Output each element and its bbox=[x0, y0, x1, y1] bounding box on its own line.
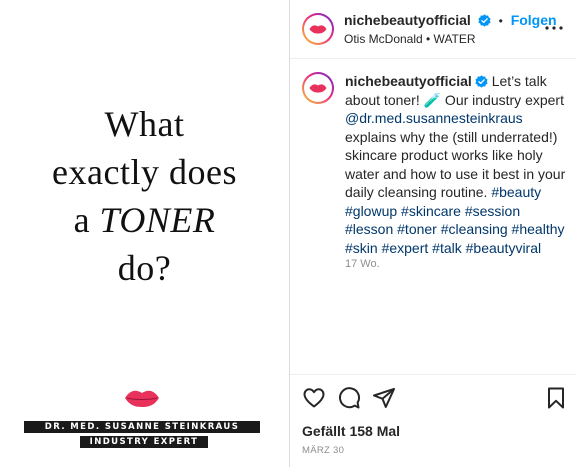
header-username[interactable]: nichebeautyofficial bbox=[344, 12, 471, 28]
header-user-line: nichebeautyofficial • Folgen bbox=[344, 12, 557, 28]
post-image[interactable]: What exactly does a TONER do? DR. MED. S… bbox=[0, 0, 289, 467]
headline-line-3: a TONER bbox=[0, 196, 289, 244]
bookmark-icon[interactable] bbox=[544, 386, 568, 410]
caption-time-ago: 17 Wo. bbox=[345, 258, 380, 270]
lips-logo-icon bbox=[309, 25, 327, 34]
post-headline: What exactly does a TONER do? bbox=[0, 100, 289, 292]
likes-count[interactable]: Gefällt 158 Mal bbox=[302, 423, 400, 439]
actions-divider bbox=[290, 374, 576, 375]
post-caption: nichebeautyofficial Let’s talk about ton… bbox=[345, 72, 571, 257]
comment-icon[interactable] bbox=[337, 386, 361, 410]
caption-mention-link[interactable]: @dr.med.susannesteinkraus bbox=[345, 110, 523, 126]
caption-username[interactable]: nichebeautyofficial bbox=[345, 73, 472, 89]
share-icon[interactable] bbox=[372, 386, 396, 410]
expert-name-ribbon: DR. MED. SUSANNE STEINKRAUS bbox=[24, 421, 260, 433]
header-avatar[interactable] bbox=[302, 13, 334, 45]
lips-logo-icon bbox=[309, 84, 327, 93]
headline-line-4: do? bbox=[117, 248, 172, 288]
post-date: MÄRZ 30 bbox=[302, 445, 345, 456]
headline-line-1: What bbox=[104, 104, 185, 144]
headline-emphasis: TONER bbox=[99, 200, 216, 240]
audio-track[interactable]: Otis McDonald • WATER bbox=[344, 32, 476, 46]
post-panel: nichebeautyofficial • Folgen Otis McDona… bbox=[290, 0, 576, 467]
post-header: nichebeautyofficial • Folgen Otis McDona… bbox=[290, 0, 576, 59]
lips-logo-icon bbox=[125, 390, 159, 407]
heart-icon[interactable] bbox=[302, 386, 326, 410]
header-separator: • bbox=[498, 14, 503, 28]
verified-badge-icon bbox=[478, 14, 491, 27]
expert-role-ribbon: INDUSTRY EXPERT bbox=[80, 436, 208, 448]
more-options-icon[interactable] bbox=[544, 18, 564, 38]
verified-badge-icon bbox=[475, 75, 488, 88]
headline-prefix: a bbox=[73, 200, 91, 240]
caption-avatar[interactable] bbox=[302, 72, 334, 104]
headline-line-2: exactly does bbox=[52, 152, 237, 192]
